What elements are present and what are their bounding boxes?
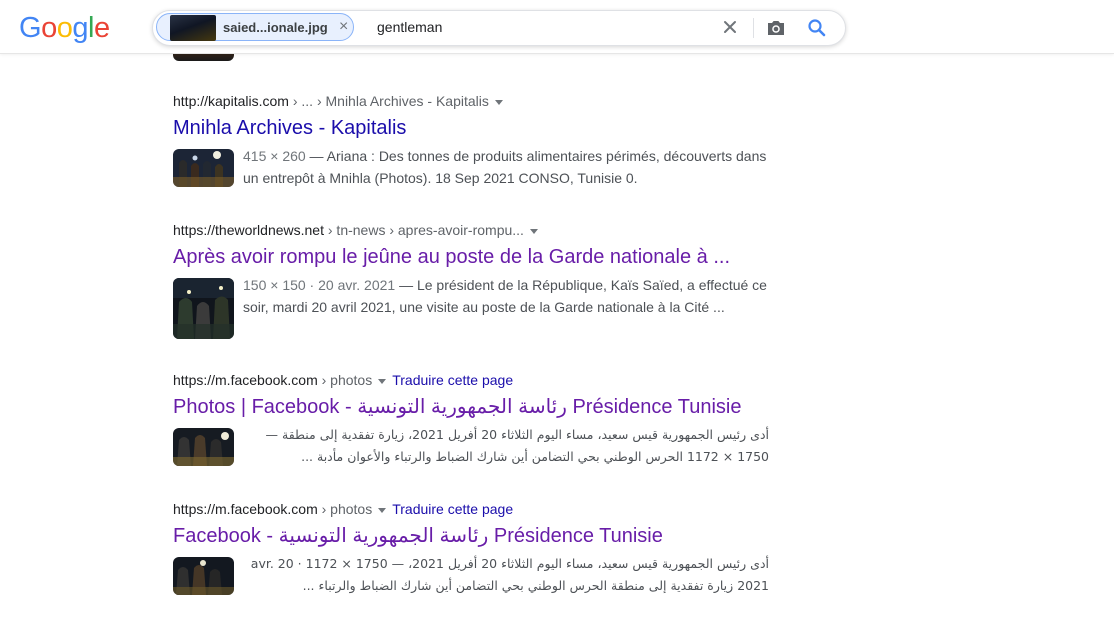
search-input[interactable]: gentleman	[377, 19, 442, 35]
search-header: Google saied...ionale.jpg × gentleman	[0, 0, 1114, 54]
chevron-down-icon[interactable]	[378, 378, 387, 384]
result-thumbnail[interactable]	[173, 557, 234, 595]
result-domain: https://m.facebook.com	[173, 372, 318, 388]
image-meta: 150 × 150 · 20 avr. 2021	[243, 277, 396, 293]
snippet-text: — Ariana : Des tonnes de produits alimen…	[243, 148, 767, 186]
logo-letter: o	[56, 12, 73, 44]
result-path: › photos	[317, 372, 373, 388]
search-result: https://theworldnews.net › tn-news › apr…	[173, 221, 793, 339]
result-title[interactable]: Mnihla Archives - Kapitalis	[173, 115, 793, 141]
logo-letter: e	[93, 12, 110, 44]
result-title[interactable]: Après avoir rompu le jeûne au poste de l…	[173, 244, 793, 270]
camera-icon[interactable]	[764, 16, 788, 40]
logo-letter: o	[41, 12, 57, 44]
search-divider	[753, 18, 754, 38]
result-url[interactable]: http://kapitalis.com › ... › Mnihla Arch…	[173, 92, 793, 110]
image-meta: 415 × 260	[243, 148, 306, 164]
search-result: http://kapitalis.com › ... › Mnihla Arch…	[173, 92, 793, 187]
result-thumbnail[interactable]	[173, 278, 234, 339]
search-icon[interactable]	[806, 17, 828, 39]
result-title[interactable]: Facebook - رئاسة الجمهورية التونسية Prés…	[173, 523, 793, 549]
search-result: https://m.facebook.com › photos Traduire …	[173, 371, 793, 466]
previous-result-thumbnail[interactable]	[173, 53, 234, 61]
result-snippet: أدى رئيس الجمهورية قيس سعيد، مساء اليوم …	[265, 427, 769, 464]
result-path: › ... › Mnihla Archives - Kapitalis	[288, 93, 489, 109]
result-domain: http://kapitalis.com	[173, 93, 289, 109]
result-thumbnail[interactable]	[173, 428, 234, 466]
image-query-chip[interactable]: saied...ionale.jpg ×	[156, 13, 354, 41]
result-snippet-row: 415 × 260 — Ariana : Des tonnes de produ…	[173, 145, 793, 187]
google-logo[interactable]: Google	[19, 13, 110, 43]
query-image-thumbnail	[170, 15, 216, 41]
result-url[interactable]: https://m.facebook.com › photos Traduire …	[173, 371, 793, 389]
clear-icon[interactable]	[719, 16, 741, 38]
result-snippet: أدى رئيس الجمهورية قيس سعيد، مساء اليوم …	[250, 556, 769, 593]
result-snippet-row: أدى رئيس الجمهورية قيس سعيد، مساء اليوم …	[173, 553, 793, 595]
result-thumbnail[interactable]	[173, 149, 234, 187]
result-snippet: 150 × 150 · 20 avr. 2021 — Le président …	[243, 274, 773, 318]
result-path: › photos	[317, 501, 373, 517]
result-snippet-row: أدى رئيس الجمهورية قيس سعيد، مساء اليوم …	[173, 424, 793, 466]
result-url[interactable]: https://theworldnews.net › tn-news › apr…	[173, 221, 793, 239]
logo-letter: G	[19, 12, 42, 44]
search-box[interactable]: saied...ionale.jpg × gentleman	[152, 10, 846, 46]
result-domain: https://m.facebook.com	[173, 501, 318, 517]
image-file-name: saied...ionale.jpg	[223, 20, 328, 35]
result-domain: https://theworldnews.net	[173, 222, 324, 238]
close-icon[interactable]: ×	[339, 18, 348, 36]
logo-letter: g	[72, 12, 88, 44]
result-path: › tn-news › apres-avoir-rompu...	[323, 222, 524, 238]
result-snippet-row: 150 × 150 · 20 avr. 2021 — Le président …	[173, 274, 793, 339]
chevron-down-icon[interactable]	[494, 99, 503, 105]
result-title[interactable]: Photos | Facebook - رئاسة الجمهورية التو…	[173, 394, 793, 420]
chevron-down-icon[interactable]	[529, 228, 538, 234]
search-result: https://m.facebook.com › photos Traduire …	[173, 500, 793, 595]
result-url[interactable]: https://m.facebook.com › photos Traduire …	[173, 500, 793, 518]
translate-page-link[interactable]: Traduire cette page	[392, 372, 513, 388]
chevron-down-icon[interactable]	[378, 507, 387, 513]
translate-page-link[interactable]: Traduire cette page	[392, 501, 513, 517]
result-snippet: 415 × 260 — Ariana : Des tonnes de produ…	[243, 145, 773, 189]
